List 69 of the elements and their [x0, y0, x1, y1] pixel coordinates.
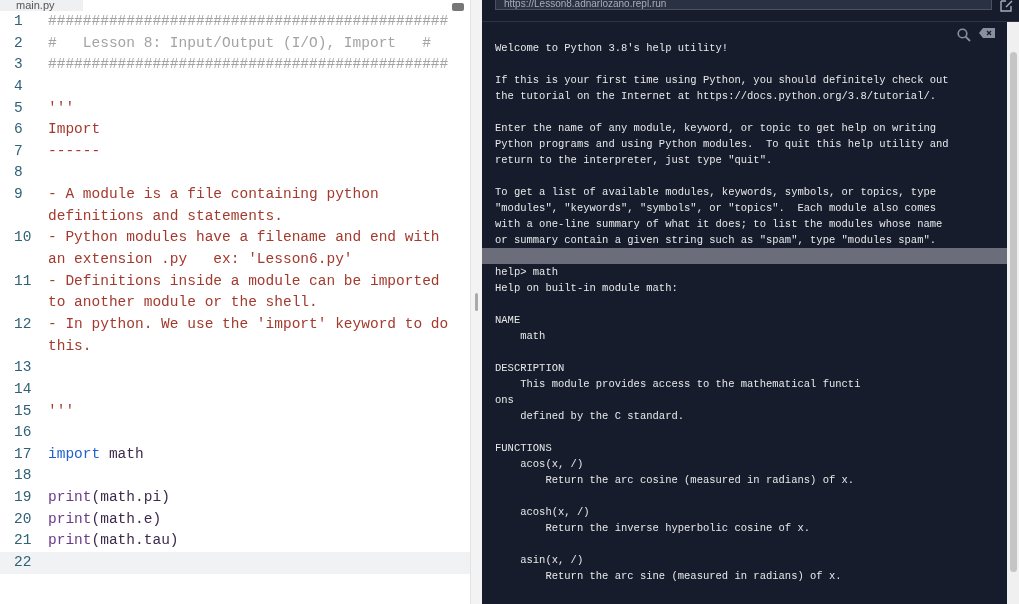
search-icon[interactable] — [957, 28, 971, 42]
code-line: ''' — [48, 98, 76, 118]
console-line: To get a list of available modules, keywords, symbols, or topics, type — [494, 185, 938, 200]
console-line: asin(x, /) — [519, 553, 585, 568]
console-line: help> math — [494, 265, 559, 280]
line-number: 8 — [13, 163, 24, 183]
line-number: 3 — [13, 55, 24, 75]
console-line: "modules", "keywords", "symbols", or "topics". Each module also comes — [494, 201, 938, 216]
line-number: 17 — [13, 444, 33, 464]
console-line: Help on built-in module math: — [494, 281, 679, 296]
code-line: print(math.e) — [48, 509, 163, 529]
console-line: math — [519, 329, 547, 344]
line-number: 22 — [13, 553, 33, 572]
code-line: # Lesson 8: Input/Output (I/O), Import # — [48, 33, 432, 53]
console-line: with a one-line summary of what it does; to list the modules whose name — [494, 217, 944, 232]
line-number: 10 — [13, 228, 33, 248]
console-line: Welcome to Python 3.8's help utility! — [494, 41, 730, 56]
console-line: Return the arc sine (measured in radians) of x. — [544, 569, 843, 584]
code-line: ############################################## — [48, 12, 450, 31]
code-line: import math — [48, 444, 145, 464]
line-number: 11 — [13, 271, 33, 291]
code-line: - In python. We use the 'import' keyword to do this. — [48, 314, 450, 356]
code-line: - Python modules have a filename and end with an extension .py ex: 'Lesson6.py' — [48, 228, 441, 270]
console-line: acos(x, /) — [519, 457, 585, 472]
console-line: Return the inverse hyperbolic cosine of x. — [544, 521, 812, 536]
line-number: 9 — [13, 185, 24, 205]
code-line: Import — [48, 120, 102, 140]
console-line: defined by the C standard. — [519, 409, 686, 424]
code-line: - Definitions inside a module can be imported to another module or the shell. — [48, 271, 441, 313]
line-number: 13 — [13, 358, 33, 378]
line-number: 7 — [13, 141, 24, 161]
line-number: 4 — [13, 76, 24, 96]
line-number: 15 — [13, 401, 33, 421]
code-line: ''' — [48, 401, 76, 421]
line-number: 6 — [13, 120, 24, 140]
line-number: 20 — [13, 509, 33, 529]
url-field[interactable]: https://Lesson8.adnarlozano.repl.run — [495, 0, 992, 10]
console-line: acosh(x, /) — [519, 505, 591, 520]
console-line: FUNCTIONS — [494, 441, 553, 456]
console-line: ons — [494, 393, 515, 408]
line-number: 5 — [13, 98, 24, 118]
console-line: Enter the name of any module, keyword, or topic to get help on writing — [494, 121, 938, 136]
code-line: ############################################## — [48, 55, 450, 75]
line-number: 2 — [13, 33, 24, 53]
line-number: 12 — [13, 314, 33, 334]
file-tab[interactable]: main.py — [0, 0, 83, 11]
console-line: or summary contain a given string such as "spam", type "modules spam". — [494, 233, 938, 248]
console-line: NAME — [494, 313, 522, 328]
console-line: DESCRIPTION — [494, 361, 566, 376]
code-line: - A module is a file containing python definitions and statements. — [48, 185, 380, 226]
console-line: This module provides access to the mathematical functi — [519, 377, 862, 392]
console-line: the tutorial on the Internet at https://docs.python.org/3.8/tutorial/. — [494, 89, 938, 104]
line-number: 19 — [13, 488, 33, 508]
console-line: If this is your first time using Python, you should definitely check out — [494, 73, 950, 88]
stop-icon[interactable] — [452, 3, 464, 11]
line-number: 18 — [13, 466, 33, 486]
console-line: return to the interpreter, just type "quit". — [494, 153, 774, 168]
clear-icon[interactable] — [979, 28, 995, 38]
code-line: print(math.pi) — [48, 488, 171, 508]
line-number: 21 — [13, 531, 33, 551]
line-number: 16 — [13, 423, 33, 443]
line-number: 14 — [13, 379, 33, 399]
console-line: Return the arc cosine (measured in radians) of x. — [544, 473, 856, 488]
console-line: Python programs and using Python modules. To quit this help utility and — [494, 137, 950, 152]
open-in-new-tab-icon[interactable] — [1000, 0, 1013, 12]
code-line: ------ — [48, 141, 102, 161]
code-line: print(math.tau) — [48, 531, 180, 551]
scrollbar[interactable] — [1007, 22, 1019, 604]
line-number: 1 — [13, 12, 24, 31]
